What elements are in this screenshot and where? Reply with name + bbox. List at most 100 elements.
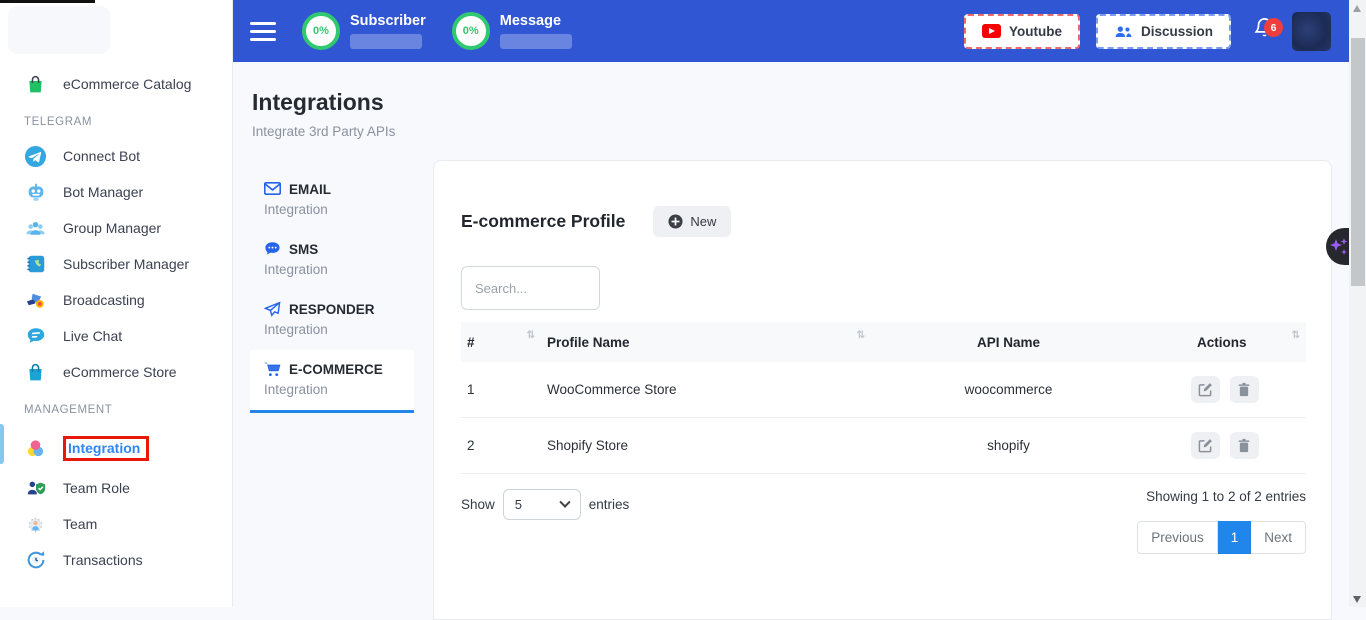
subnav-subtitle: Integration: [264, 202, 400, 217]
sidebar-item-ecommerce-store[interactable]: eCommerce Store: [0, 354, 232, 390]
contacts-icon: [24, 253, 47, 276]
subnav-responder-integration[interactable]: RESPONDER Integration: [250, 290, 414, 350]
pagination: Previous 1 Next: [1137, 521, 1306, 554]
shopping-bag-icon: [24, 73, 47, 96]
edit-button[interactable]: [1191, 376, 1220, 403]
hamburger-menu-icon[interactable]: [250, 17, 276, 46]
subscriber-stat-value-redacted: [350, 34, 422, 49]
broadcast-icon: [24, 289, 47, 312]
pagination-next-button[interactable]: Next: [1251, 521, 1306, 554]
subnav-email-integration[interactable]: EMAIL Integration: [250, 170, 414, 230]
delete-button[interactable]: [1230, 432, 1259, 459]
sidebar-item-ecommerce-catalog[interactable]: eCommerce Catalog: [0, 66, 232, 102]
showing-entries-text: Showing 1 to 2 of 2 entries: [1137, 489, 1306, 504]
subnav-sms-integration[interactable]: SMS Integration: [250, 230, 414, 290]
topbar: 0% Subscriber 0% Message Youtube Discuss…: [233, 0, 1349, 62]
scrollbar[interactable]: [1349, 0, 1366, 607]
subscriber-progress-ring: 0%: [302, 12, 340, 50]
row-num: 2: [461, 418, 541, 474]
youtube-button[interactable]: Youtube: [964, 14, 1080, 49]
message-stat: 0% Message: [452, 12, 572, 50]
column-header-profile-name[interactable]: Profile Name⇅: [541, 322, 871, 362]
page-title: Integrations: [252, 89, 384, 116]
sidebar-item-live-chat[interactable]: Live Chat: [0, 318, 232, 354]
sidebar-item-bot-manager[interactable]: Bot Manager: [0, 174, 232, 210]
entries-select-value: 5: [515, 497, 522, 512]
sidebar-item-label: eCommerce Catalog: [63, 76, 191, 92]
youtube-button-label: Youtube: [1009, 24, 1062, 39]
sort-icon: ⇅: [527, 331, 535, 341]
message-stat-label: Message: [500, 13, 572, 29]
app-logo: [8, 6, 110, 54]
sidebar-item-transactions[interactable]: Transactions: [0, 542, 232, 578]
paper-plane-icon: [264, 301, 281, 318]
show-label: Show: [461, 497, 495, 512]
sidebar-item-label: Group Manager: [63, 220, 161, 236]
sidebar-item-label: Broadcasting: [63, 292, 145, 308]
sidebar-item-label: Team Role: [63, 480, 130, 496]
chat-icon: [24, 325, 47, 348]
new-profile-button[interactable]: New: [653, 206, 731, 237]
notifications-button[interactable]: 6: [1253, 16, 1276, 46]
card-title: E-commerce Profile: [461, 211, 625, 232]
trash-icon: [1237, 438, 1251, 453]
row-api-name: shopify: [871, 418, 1146, 474]
subnav-subtitle: Integration: [264, 382, 400, 397]
scrollbar-thumb[interactable]: [1351, 38, 1365, 286]
sidebar-item-group-manager[interactable]: Group Manager: [0, 210, 232, 246]
entries-label: entries: [589, 497, 630, 512]
user-avatar[interactable]: [1292, 12, 1331, 51]
subnav-title: EMAIL: [289, 182, 331, 197]
subnav-title: SMS: [289, 242, 318, 257]
subnav-ecommerce-integration[interactable]: E-COMMERCE Integration: [250, 350, 414, 413]
row-num: 1: [461, 362, 541, 418]
scroll-up-arrow[interactable]: [1353, 5, 1361, 12]
message-stat-value-redacted: [500, 34, 572, 49]
robot-icon: [24, 181, 47, 204]
edit-pencil-icon: [1198, 438, 1213, 453]
ecommerce-profile-card: E-commerce Profile New #⇅ Profile Name⇅ …: [433, 160, 1332, 620]
sidebar-item-subscriber-manager[interactable]: Subscriber Manager: [0, 246, 232, 282]
cart-icon: [264, 361, 281, 378]
page-subtitle: Integrate 3rd Party APIs: [252, 124, 395, 139]
entries-per-page-select[interactable]: 5: [503, 489, 581, 520]
subscriber-stat: 0% Subscriber: [302, 12, 426, 50]
row-profile-name: Shopify Store: [541, 418, 871, 474]
sidebar-section-telegram: TELEGRAM: [0, 102, 232, 138]
search-input[interactable]: [461, 266, 600, 310]
team-icon: [24, 513, 47, 536]
sidebar-item-integration[interactable]: Integration: [0, 426, 232, 470]
sidebar-item-broadcasting[interactable]: Broadcasting: [0, 282, 232, 318]
edit-button[interactable]: [1191, 432, 1220, 459]
delete-button[interactable]: [1230, 376, 1259, 403]
sidebar-item-team-role[interactable]: Team Role: [0, 470, 232, 506]
scroll-down-arrow[interactable]: [1353, 596, 1361, 603]
column-header-num[interactable]: #⇅: [461, 322, 541, 362]
sidebar-item-label: Bot Manager: [63, 184, 143, 200]
pagination-page-1-button[interactable]: 1: [1218, 521, 1252, 554]
subnav-title: E-COMMERCE: [289, 362, 383, 377]
notification-count-badge: 6: [1264, 18, 1283, 37]
sidebar-item-label: Integration: [63, 436, 149, 461]
sidebar-section-management: MANAGEMENT: [0, 390, 232, 426]
discussion-button-label: Discussion: [1141, 24, 1213, 39]
envelope-icon: [264, 181, 281, 198]
column-header-api-name[interactable]: API Name: [871, 322, 1146, 362]
chevron-down-icon: [559, 496, 570, 507]
team-role-icon: [24, 477, 47, 500]
window-edge: [0, 0, 95, 3]
edit-pencil-icon: [1198, 382, 1213, 397]
row-api-name: woocommerce: [871, 362, 1146, 418]
plus-circle-icon: [668, 214, 683, 229]
sidebar-item-label: Subscriber Manager: [63, 256, 189, 272]
transactions-icon: [24, 549, 47, 572]
discussion-button[interactable]: Discussion: [1096, 14, 1231, 49]
subnav-subtitle: Integration: [264, 322, 400, 337]
column-header-actions[interactable]: Actions⇅: [1146, 322, 1306, 362]
sidebar-item-label: eCommerce Store: [63, 364, 177, 380]
row-profile-name: WooCommerce Store: [541, 362, 871, 418]
sidebar-item-team[interactable]: Team: [0, 506, 232, 542]
table-row: 1 WooCommerce Store woocommerce: [461, 362, 1306, 418]
pagination-previous-button[interactable]: Previous: [1137, 521, 1218, 554]
sidebar-item-connect-bot[interactable]: Connect Bot: [0, 138, 232, 174]
